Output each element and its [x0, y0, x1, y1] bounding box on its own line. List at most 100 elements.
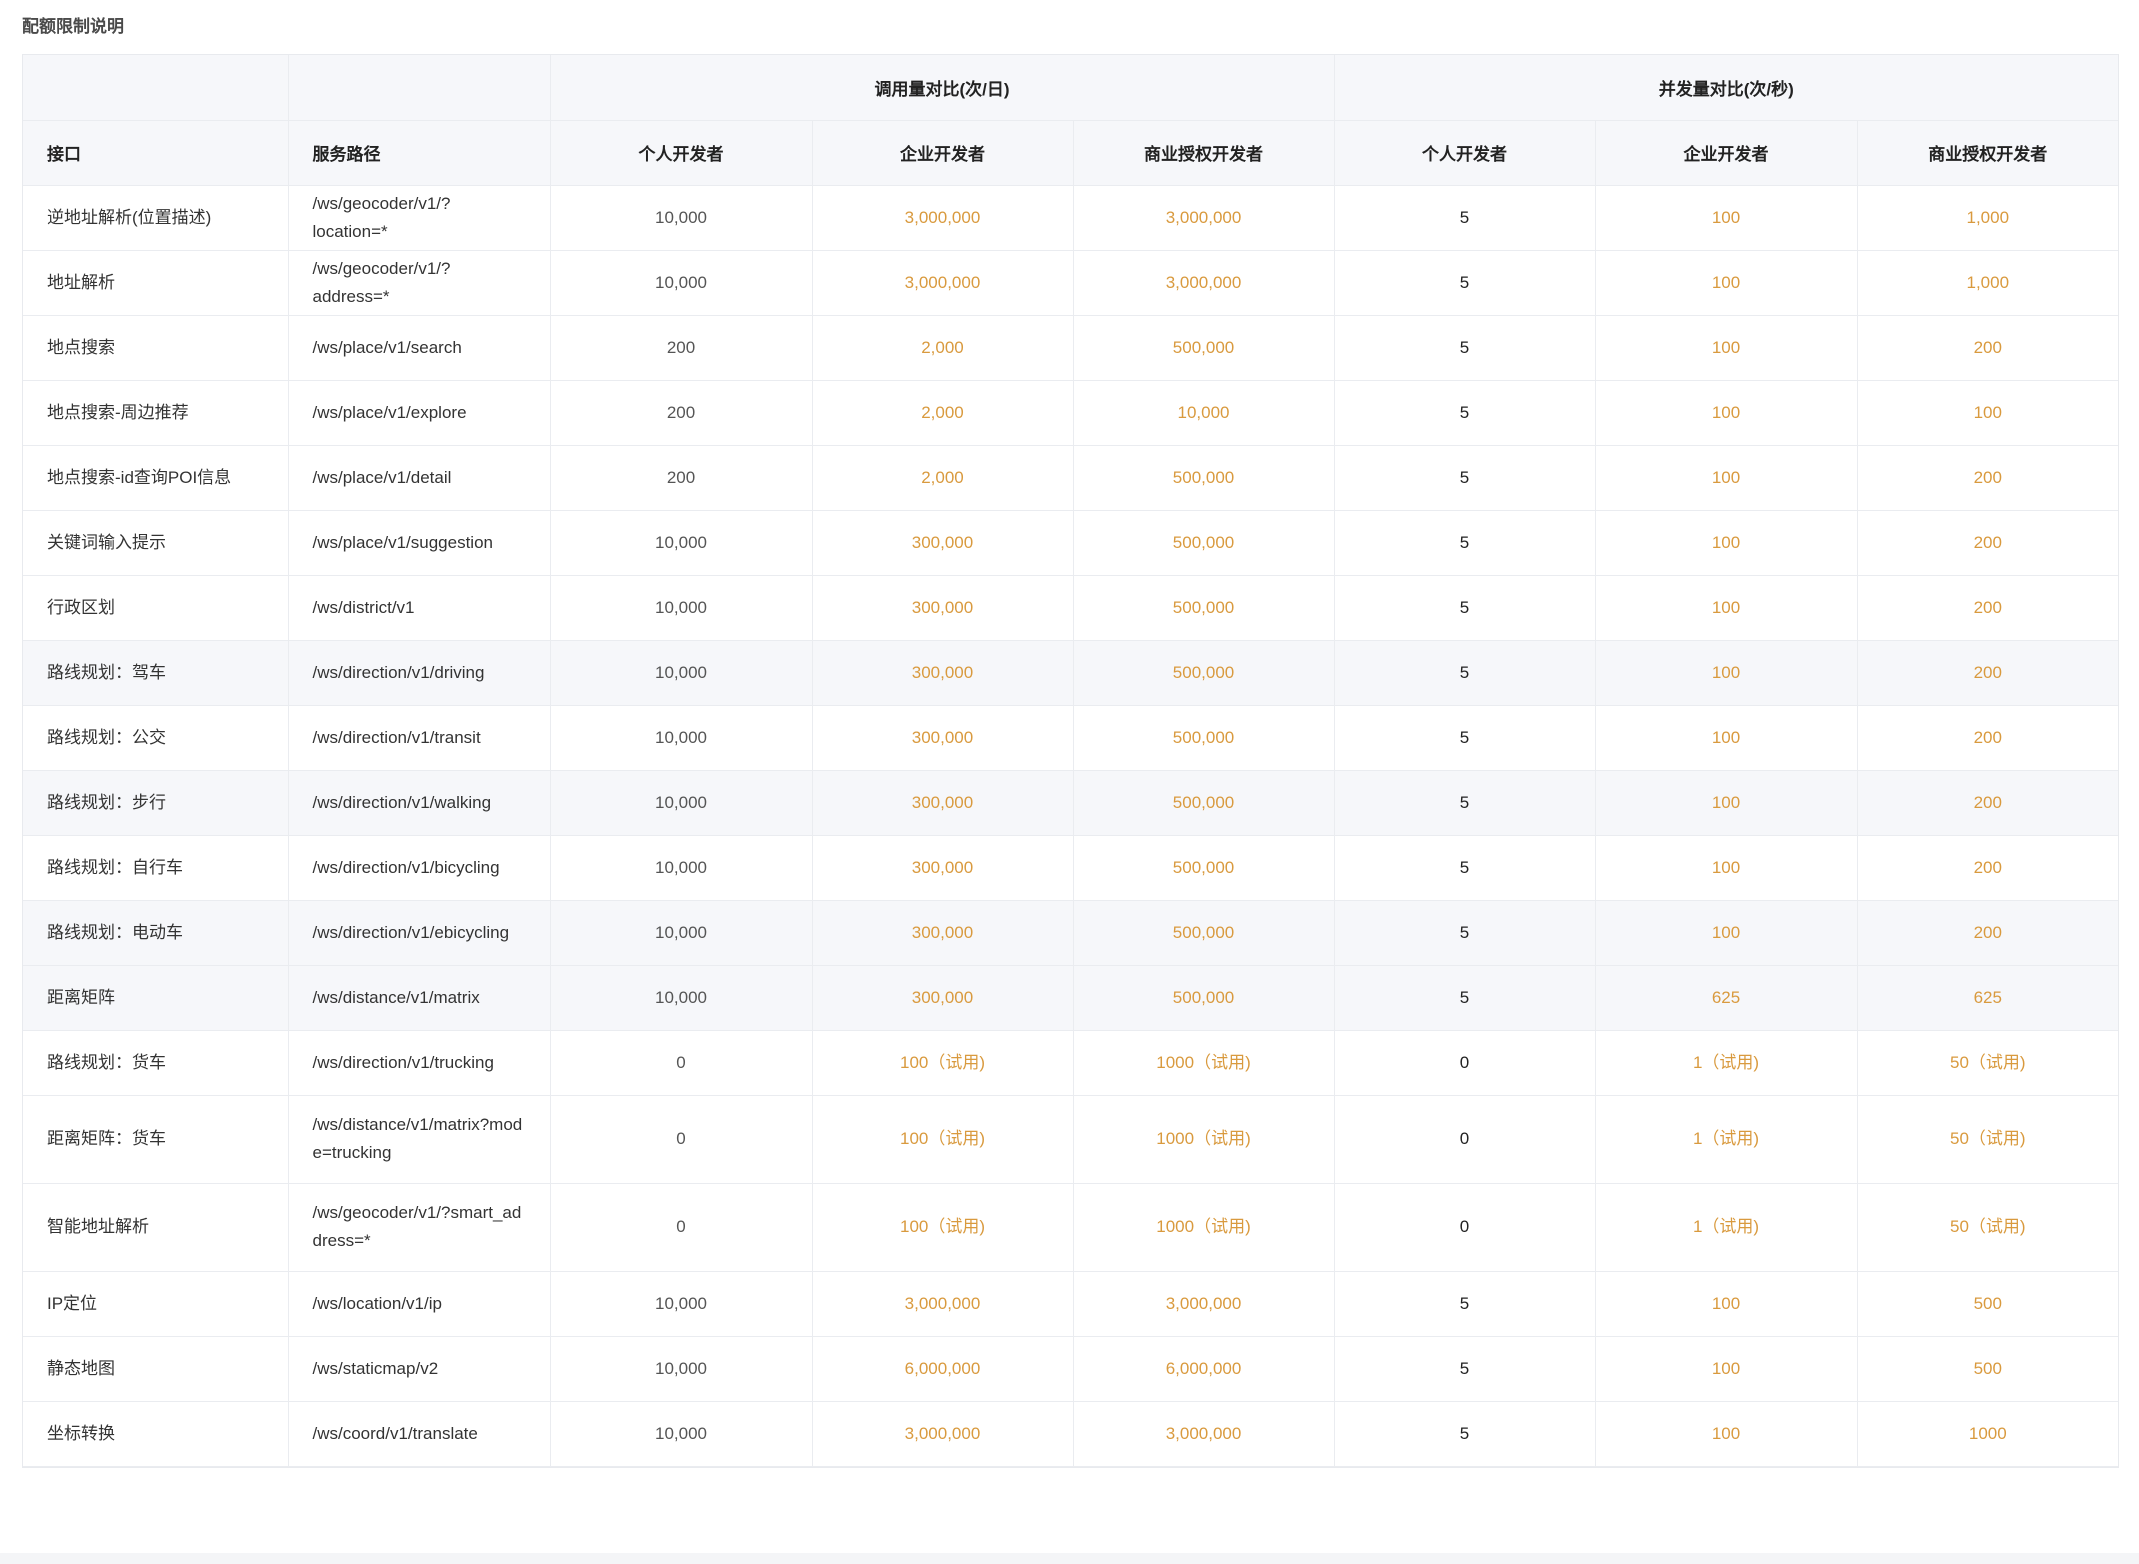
cell-calls-personal: 0	[550, 1030, 813, 1096]
cell-qps-personal: 0	[1334, 1095, 1596, 1184]
cell-calls-commercial: 500,000	[1073, 770, 1335, 836]
cell-qps-personal: 5	[1334, 1401, 1596, 1467]
cell-qps-commercial: 200	[1857, 315, 2119, 381]
cell-qps-personal: 5	[1334, 640, 1596, 706]
quota-table: 调用量对比(次/日) 并发量对比(次/秒) 接口 服务路径 个人开发者 企业开发…	[22, 54, 2119, 1468]
cell-api: 距离矩阵	[23, 965, 289, 1031]
cell-api: 地点搜索	[23, 315, 289, 381]
cell-api: 智能地址解析	[23, 1183, 289, 1272]
cell-calls-enterprise: 100（试用)	[812, 1095, 1074, 1184]
table-row: 行政区划/ws/district/v1 10,000 300,000 500,000 5…	[23, 575, 2119, 641]
cell-qps-personal: 5	[1334, 835, 1596, 901]
cell-api: 地点搜索-周边推荐	[23, 380, 289, 446]
cell-calls-enterprise: 2,000	[812, 315, 1074, 381]
cell-qps-personal: 5	[1334, 1336, 1596, 1402]
table-row: 地点搜索-id查询POI信息/ws/place/v1/detail 200 2,00…	[23, 445, 2119, 511]
cell-calls-enterprise: 2,000	[812, 380, 1074, 446]
cell-qps-personal: 5	[1334, 315, 1596, 381]
cell-qps-commercial: 200	[1857, 445, 2119, 511]
cell-api: 逆地址解析(位置描述)	[23, 185, 289, 251]
cell-qps-enterprise: 100	[1595, 1271, 1858, 1337]
table-header-row: 接口 服务路径 个人开发者 企业开发者 商业授权开发者 个人开发者 企业开发者 …	[23, 120, 2119, 186]
cell-qps-personal: 5	[1334, 250, 1596, 316]
cell-qps-personal: 0	[1334, 1030, 1596, 1096]
cell-qps-commercial: 1,000	[1857, 185, 2119, 251]
cell-qps-personal: 0	[1334, 1183, 1596, 1272]
col-header-api: 接口	[23, 120, 289, 186]
cell-calls-personal: 10,000	[550, 835, 813, 901]
cell-qps-enterprise: 100	[1595, 835, 1858, 901]
cell-qps-commercial: 625	[1857, 965, 2119, 1031]
table-row: 路线规划：自行车/ws/direction/v1/bicycling 10,000…	[23, 835, 2119, 901]
cell-calls-commercial: 1000（试用)	[1073, 1030, 1335, 1096]
table-row: 关键词输入提示/ws/place/v1/suggestion 10,000 300,…	[23, 510, 2119, 576]
table-row: 路线规划：公交/ws/direction/v1/transit 10,000 300…	[23, 705, 2119, 771]
cell-qps-enterprise: 1（试用)	[1595, 1030, 1858, 1096]
cell-calls-enterprise: 100（试用)	[812, 1030, 1074, 1096]
cell-qps-enterprise: 1（试用)	[1595, 1095, 1858, 1184]
cell-qps-enterprise: 1（试用)	[1595, 1183, 1858, 1272]
cell-qps-commercial: 1,000	[1857, 250, 2119, 316]
cell-calls-enterprise: 300,000	[812, 575, 1074, 641]
cell-api: 行政区划	[23, 575, 289, 641]
cell-calls-personal: 10,000	[550, 770, 813, 836]
cell-qps-enterprise: 100	[1595, 250, 1858, 316]
cell-qps-enterprise: 100	[1595, 770, 1858, 836]
table-row: 路线规划：货车/ws/direction/v1/trucking 0 100（试用)…	[23, 1030, 2119, 1096]
cell-calls-personal: 10,000	[550, 705, 813, 771]
cell-path: /ws/direction/v1/transit	[288, 705, 551, 771]
cell-api: 路线规划：货车	[23, 1030, 289, 1096]
cell-calls-commercial: 3,000,000	[1073, 1271, 1335, 1337]
cell-qps-commercial: 500	[1857, 1336, 2119, 1402]
cell-qps-personal: 5	[1334, 770, 1596, 836]
cell-calls-personal: 10,000	[550, 1336, 813, 1402]
cell-qps-commercial: 1000	[1857, 1401, 2119, 1467]
group-header-empty	[288, 55, 551, 121]
cell-path: /ws/direction/v1/walking	[288, 770, 551, 836]
cell-calls-personal: 10,000	[550, 965, 813, 1031]
cell-calls-enterprise: 300,000	[812, 770, 1074, 836]
cell-path: /ws/direction/v1/trucking	[288, 1030, 551, 1096]
cell-path: /ws/coord/v1/translate	[288, 1401, 551, 1467]
group-header-calls: 调用量对比(次/日)	[550, 55, 1335, 121]
cell-calls-personal: 200	[550, 380, 813, 446]
cell-calls-personal: 10,000	[550, 185, 813, 251]
page-bottom-band	[0, 1553, 2139, 1564]
table-row: 距离矩阵/ws/distance/v1/matrix 10,000 300,000 5…	[23, 965, 2119, 1031]
cell-api: 静态地图	[23, 1336, 289, 1402]
cell-path: /ws/geocoder/v1/?smart_address=*	[288, 1183, 551, 1272]
cell-calls-enterprise: 6,000,000	[812, 1336, 1074, 1402]
cell-calls-commercial: 10,000	[1073, 380, 1335, 446]
table-row: 路线规划：驾车/ws/direction/v1/driving 10,000 300…	[23, 640, 2119, 706]
cell-path: /ws/place/v1/suggestion	[288, 510, 551, 576]
cell-calls-enterprise: 3,000,000	[812, 250, 1074, 316]
cell-calls-commercial: 500,000	[1073, 445, 1335, 511]
cell-calls-commercial: 6,000,000	[1073, 1336, 1335, 1402]
cell-calls-personal: 10,000	[550, 640, 813, 706]
cell-api: 路线规划：电动车	[23, 900, 289, 966]
table-row: 路线规划：步行/ws/direction/v1/walking 10,000 300…	[23, 770, 2119, 836]
cell-calls-personal: 0	[550, 1183, 813, 1272]
cell-qps-enterprise: 100	[1595, 510, 1858, 576]
cell-calls-commercial: 500,000	[1073, 705, 1335, 771]
cell-path: /ws/distance/v1/matrix?mode=trucking	[288, 1095, 551, 1184]
col-header-path: 服务路径	[288, 120, 551, 186]
cell-calls-personal: 10,000	[550, 250, 813, 316]
cell-qps-personal: 5	[1334, 575, 1596, 641]
cell-calls-enterprise: 2,000	[812, 445, 1074, 511]
cell-path: /ws/direction/v1/driving	[288, 640, 551, 706]
cell-calls-personal: 10,000	[550, 575, 813, 641]
cell-calls-enterprise: 100（试用)	[812, 1183, 1074, 1272]
cell-qps-personal: 5	[1334, 380, 1596, 446]
cell-path: /ws/distance/v1/matrix	[288, 965, 551, 1031]
cell-qps-enterprise: 100	[1595, 445, 1858, 511]
cell-qps-enterprise: 100	[1595, 185, 1858, 251]
cell-qps-personal: 5	[1334, 510, 1596, 576]
table-row: 逆地址解析(位置描述)/ws/geocoder/v1/?location=* 10…	[23, 185, 2119, 251]
cell-qps-commercial: 500	[1857, 1271, 2119, 1337]
cell-calls-commercial: 3,000,000	[1073, 1401, 1335, 1467]
cell-path: /ws/geocoder/v1/?location=*	[288, 185, 551, 251]
cell-path: /ws/geocoder/v1/?address=*	[288, 250, 551, 316]
cell-calls-commercial: 500,000	[1073, 900, 1335, 966]
table-row: 地点搜索-周边推荐/ws/place/v1/explore 200 2,000 10,…	[23, 380, 2119, 446]
